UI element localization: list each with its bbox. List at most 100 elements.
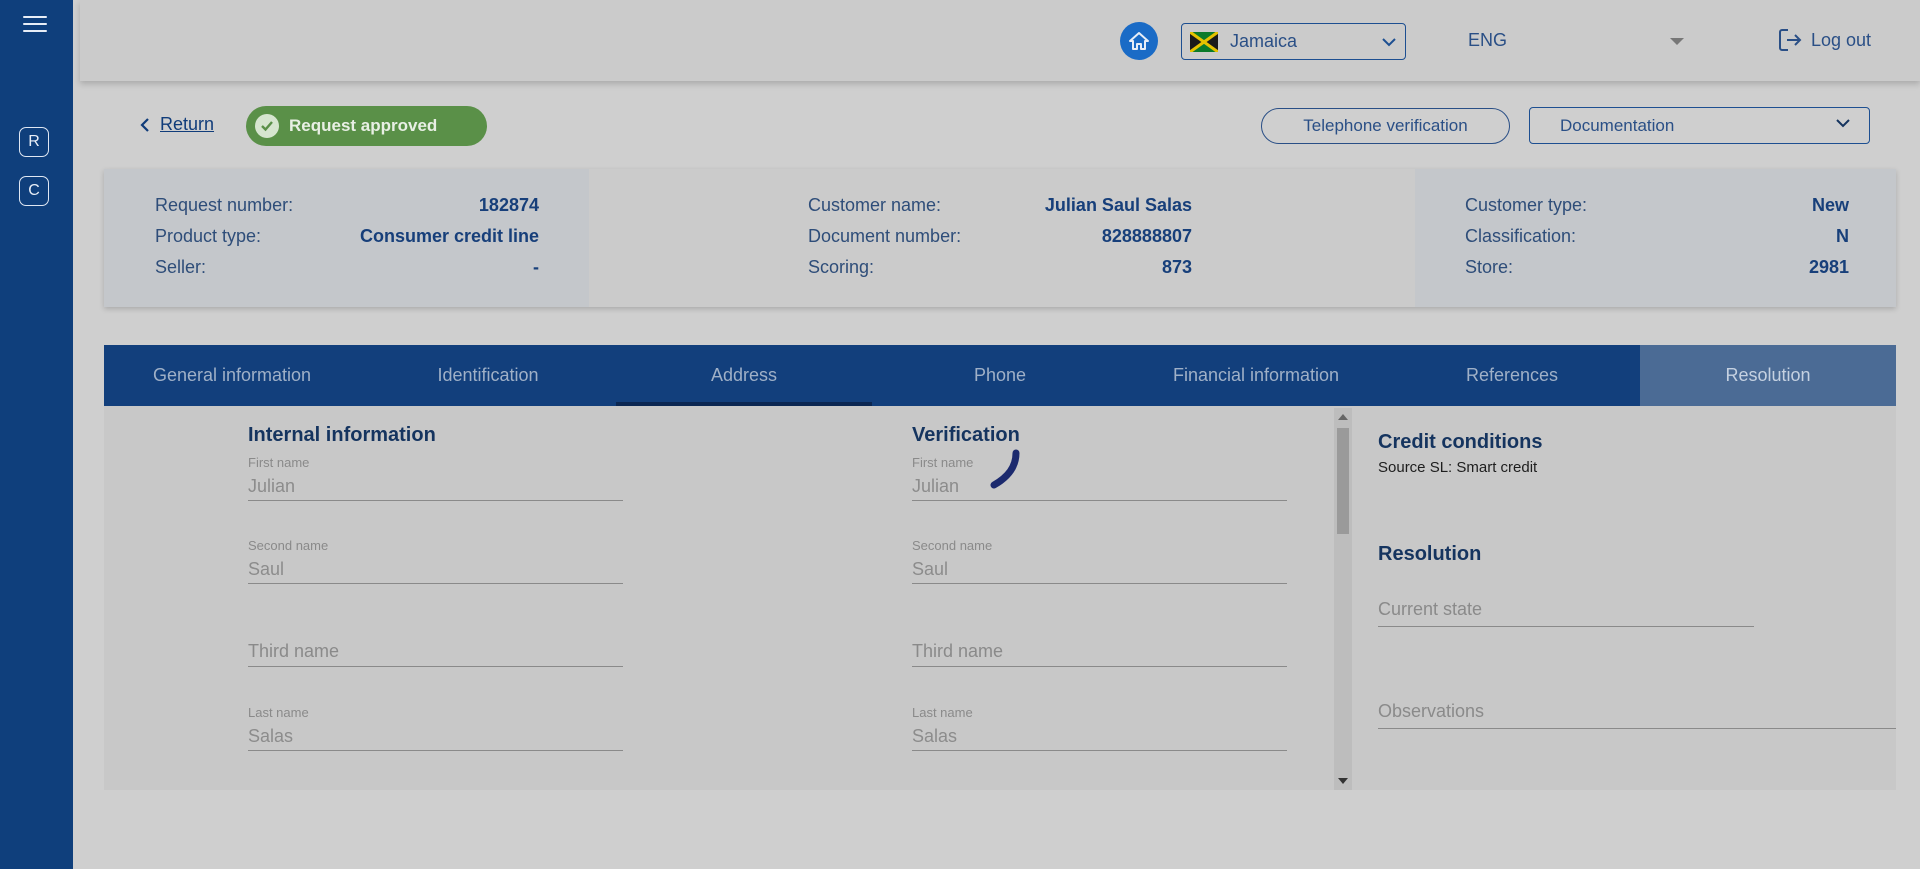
return-label: Return bbox=[160, 114, 215, 134]
return-link[interactable]: Return bbox=[140, 114, 214, 135]
verification-third-name-field[interactable]: Third name bbox=[912, 617, 1287, 667]
caret-down-icon bbox=[1670, 38, 1684, 45]
observations-placeholder: Observations bbox=[1378, 701, 1485, 721]
country-select[interactable]: Jamaica bbox=[1181, 23, 1406, 60]
scroll-up-arrow-icon[interactable] bbox=[1338, 414, 1348, 420]
language-select[interactable]: ENG bbox=[1468, 30, 1684, 54]
documentation-select[interactable]: Documentation bbox=[1529, 107, 1870, 144]
summary-column-request: Request number: 182874 Product type: Con… bbox=[104, 169, 589, 307]
resolution-title: Resolution bbox=[1378, 543, 1482, 565]
telephone-verification-button[interactable]: Telephone verification bbox=[1261, 108, 1510, 144]
credit-conditions-title: Credit conditions bbox=[1378, 431, 1543, 453]
info-value: N bbox=[1836, 226, 1849, 246]
menu-icon[interactable] bbox=[23, 16, 47, 34]
loading-spinner-icon bbox=[990, 449, 1020, 489]
internal-third-name-field[interactable]: Third name bbox=[248, 617, 623, 667]
status-badge: Request approved bbox=[246, 106, 487, 146]
verification-last-name-field[interactable]: Last name Salas bbox=[912, 701, 1287, 751]
info-row: Request number: 182874 bbox=[155, 195, 539, 226]
field-placeholder: Third name bbox=[912, 641, 1004, 661]
tab-address[interactable]: Address bbox=[616, 345, 872, 406]
sidebar-button-c[interactable]: C bbox=[19, 176, 49, 206]
field-placeholder: Third name bbox=[248, 641, 340, 661]
language-label: ENG bbox=[1468, 30, 1508, 50]
internal-second-name-field[interactable]: Second name Saul bbox=[248, 534, 623, 584]
chevron-down-icon bbox=[1382, 37, 1396, 46]
tab-resolution[interactable]: Resolution bbox=[1640, 345, 1896, 406]
info-value: 873 bbox=[1161, 257, 1192, 277]
documentation-label: Documentation bbox=[1560, 115, 1675, 135]
field-label: Last name bbox=[248, 705, 309, 720]
tab-references[interactable]: References bbox=[1384, 345, 1640, 406]
current-state-placeholder: Current state bbox=[1378, 599, 1483, 619]
verification-title: Verification bbox=[912, 424, 1020, 446]
field-label: Second name bbox=[912, 538, 993, 553]
info-row: Scoring: 873 bbox=[808, 257, 1192, 288]
scrollbar[interactable] bbox=[1334, 408, 1352, 790]
info-value: New bbox=[1811, 195, 1849, 215]
field-value: Julian bbox=[248, 476, 296, 496]
field-value: Saul bbox=[248, 559, 285, 579]
info-row: Customer name: Julian Saul Salas bbox=[808, 195, 1192, 226]
internal-last-name-field[interactable]: Last name Salas bbox=[248, 701, 623, 751]
top-bar: Jamaica ENG Log out bbox=[80, 0, 1920, 81]
info-row: Seller: - bbox=[155, 257, 539, 288]
info-label: Classification: bbox=[1465, 226, 1577, 246]
info-value: 182874 bbox=[478, 195, 539, 215]
info-label: Customer name: bbox=[808, 195, 942, 215]
content-panel: Internal information First name Julian S… bbox=[104, 406, 1896, 790]
info-label: Product type: bbox=[155, 226, 262, 246]
status-badge-label: Request approved bbox=[289, 116, 438, 135]
info-row: Store: 2981 bbox=[1465, 257, 1849, 288]
country-label: Jamaica bbox=[1230, 31, 1298, 51]
jamaica-flag-icon bbox=[1190, 31, 1218, 52]
home-icon bbox=[1129, 32, 1149, 50]
verification-first-name-field[interactable]: First name Julian bbox=[912, 451, 1287, 501]
request-summary-card: Request number: 182874 Product type: Con… bbox=[104, 169, 1896, 307]
observations-field[interactable]: Observations bbox=[1378, 693, 1896, 729]
summary-column-classification: Customer type: New Classification: N Sto… bbox=[1415, 169, 1896, 307]
credit-source-text: Source SL: Smart credit bbox=[1378, 459, 1538, 476]
info-value: 2981 bbox=[1808, 257, 1849, 277]
field-label: Last name bbox=[912, 705, 973, 720]
internal-first-name-field[interactable]: First name Julian bbox=[248, 451, 623, 501]
info-value: 828888807 bbox=[1101, 226, 1192, 246]
verification-second-name-field[interactable]: Second name Saul bbox=[912, 534, 1287, 584]
scroll-down-arrow-icon[interactable] bbox=[1338, 778, 1348, 784]
info-row: Product type: Consumer credit line bbox=[155, 226, 539, 257]
info-row: Customer type: New bbox=[1465, 195, 1849, 226]
chevron-down-icon bbox=[1836, 119, 1850, 128]
info-value: Consumer credit line bbox=[359, 226, 539, 246]
tab-identification[interactable]: Identification bbox=[360, 345, 616, 406]
info-label: Seller: bbox=[155, 257, 207, 277]
tab-phone[interactable]: Phone bbox=[872, 345, 1128, 406]
info-label: Store: bbox=[1465, 257, 1514, 277]
field-value: Salas bbox=[248, 726, 294, 746]
field-value: Julian bbox=[912, 476, 960, 496]
sidebar-button-r[interactable]: R bbox=[19, 127, 49, 157]
info-label: Document number: bbox=[808, 226, 962, 246]
info-row: Classification: N bbox=[1465, 226, 1849, 257]
sidebar: R C bbox=[0, 0, 73, 869]
current-state-field[interactable]: Current state bbox=[1378, 591, 1754, 627]
field-label: First name bbox=[248, 455, 310, 470]
info-label: Customer type: bbox=[1465, 195, 1588, 215]
check-icon bbox=[255, 114, 279, 138]
logout-icon bbox=[1779, 29, 1802, 51]
scrollbar-thumb[interactable] bbox=[1337, 428, 1349, 534]
chevron-left-icon bbox=[140, 117, 149, 132]
info-label: Request number: bbox=[155, 195, 294, 215]
info-value: - bbox=[533, 257, 539, 277]
field-label: Second name bbox=[248, 538, 329, 553]
tab-general-information[interactable]: General information bbox=[104, 345, 360, 406]
summary-column-customer: Customer name: Julian Saul Salas Documen… bbox=[589, 169, 1415, 307]
tab-financial-information[interactable]: Financial information bbox=[1128, 345, 1384, 406]
info-label: Scoring: bbox=[808, 257, 875, 277]
logout-label: Log out bbox=[1811, 29, 1872, 50]
field-value: Salas bbox=[912, 726, 958, 746]
home-button[interactable] bbox=[1120, 22, 1158, 60]
logout-button[interactable]: Log out bbox=[1777, 25, 1871, 55]
field-value: Saul bbox=[912, 559, 949, 579]
info-value: Julian Saul Salas bbox=[1044, 195, 1192, 215]
field-label: First name bbox=[912, 455, 974, 470]
